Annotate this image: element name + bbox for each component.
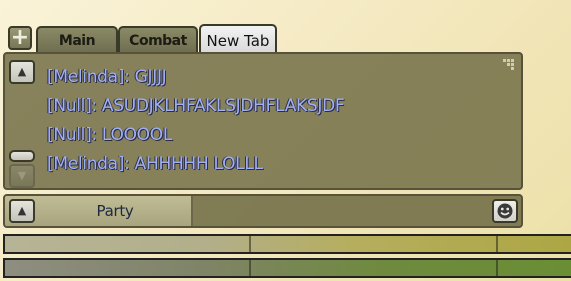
add-tab-button[interactable]: + [8,26,32,50]
chat-input-bar: ▲ Party [3,194,523,228]
channel-dropdown-button[interactable]: ▲ [9,199,35,223]
tab-new-tab[interactable]: New Tab [199,24,277,54]
tab-combat[interactable]: Combat [118,26,198,52]
status-bar-fill [5,236,571,252]
plus-icon: + [10,25,30,50]
status-bar-fill [5,260,571,276]
chat-message: [Melinda]: GJJJJ [47,67,167,87]
status-bar-2 [3,258,571,278]
chevron-up-icon: ▲ [17,65,27,78]
chevron-down-icon: ▼ [17,169,27,182]
chat-input[interactable] [193,196,495,226]
chat-scrollbar[interactable]: ▲ ▼ [9,60,35,188]
chat-message: [Null]: LOOOOL [47,125,172,145]
bar-divider [249,260,251,276]
tab-main[interactable]: Main [36,26,118,52]
chat-window: ▲ ▼ [Melinda]: GJJJJ [Null]: ASUDJKLHFAK… [3,52,523,190]
channel-label: Party [96,202,134,220]
tab-label: Main [58,33,96,49]
chat-message: [Melinda]: AHHHHH LOLLL [47,154,263,174]
scroll-up-button[interactable]: ▲ [9,60,35,84]
emote-button[interactable] [492,199,518,223]
scroll-thumb[interactable] [9,150,35,162]
chat-message: [Null]: ASUDJKLHFAKLSJDHFLAKSJDF [47,96,345,116]
bar-divider [496,236,498,252]
tab-label: Combat [129,33,187,49]
status-bar-1 [3,234,571,254]
chat-log: [Melinda]: GJJJJ [Null]: ASUDJKLHFAKLSJD… [47,63,511,179]
smiley-icon [497,203,513,219]
channel-selector[interactable]: ▲ Party [5,196,193,226]
bar-divider [496,260,498,276]
bar-divider [249,236,251,252]
scroll-down-button[interactable]: ▼ [9,164,35,188]
chevron-up-icon: ▲ [17,204,27,217]
tab-label: New Tab [206,32,270,50]
